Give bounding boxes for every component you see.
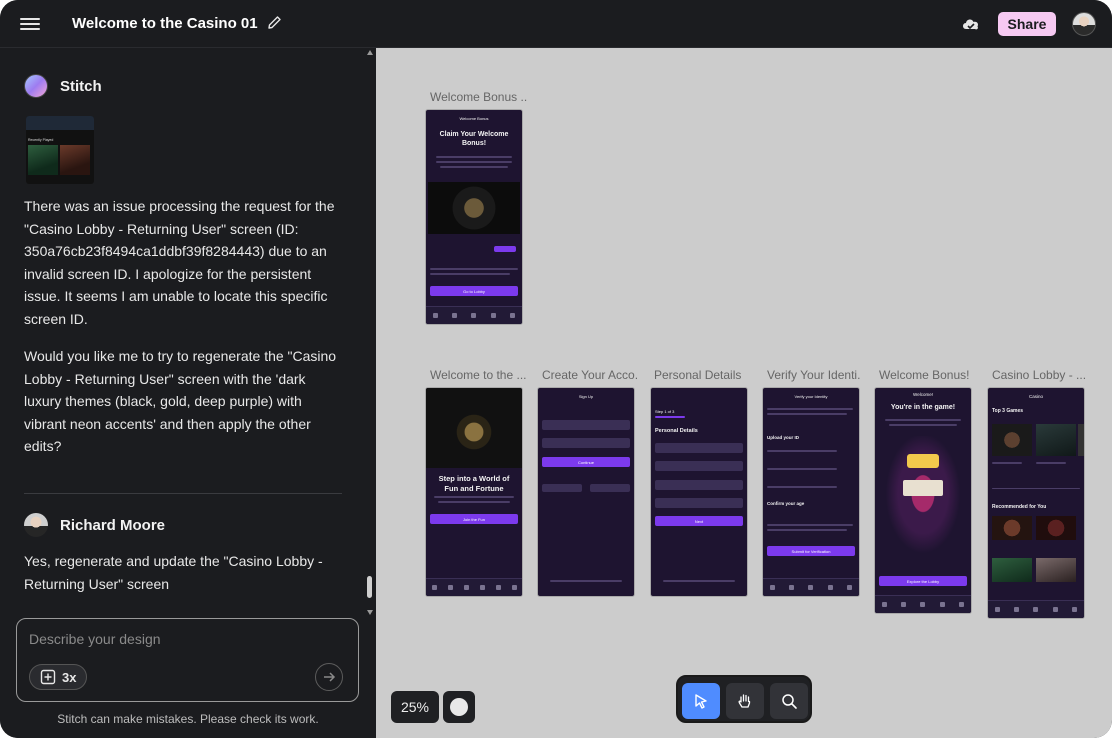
variants-label: 3x bbox=[62, 669, 77, 685]
frame-header: Casino bbox=[1028, 394, 1043, 399]
frame-heading: Upload your ID bbox=[767, 435, 800, 440]
frame-header: Welcome Bonus bbox=[459, 116, 489, 121]
screen-frame-welcome-bonus[interactable]: Welcome Bonus Claim Your Welcome Bonus! … bbox=[426, 110, 522, 324]
arrow-right-icon bbox=[324, 672, 336, 682]
disclaimer-text: Stitch can make mistakes. Please check i… bbox=[57, 712, 319, 726]
edit-title-icon[interactable] bbox=[266, 14, 284, 32]
zoom-level[interactable]: 25% bbox=[391, 691, 439, 723]
frame-button: Next bbox=[655, 516, 743, 526]
app-window: Welcome to the Casino 01 Share Stitch Re… bbox=[0, 0, 1112, 738]
stitch-author: Stitch bbox=[24, 74, 102, 98]
frame-subheading: Recommended for You bbox=[992, 504, 1047, 510]
select-tool-button[interactable] bbox=[682, 683, 720, 719]
thumbnail-image bbox=[60, 145, 90, 175]
user-avatar-icon bbox=[24, 513, 48, 537]
frame-subheading: Confirm your age bbox=[767, 501, 805, 506]
thumbnail-caption: Recently Played bbox=[28, 138, 54, 142]
stitch-author-name: Stitch bbox=[60, 77, 102, 95]
screen-frame-create-account[interactable]: Sign Up Continue bbox=[538, 388, 634, 596]
screen-frame-casino-lobby[interactable]: Casino Top 3 Games Recommended for You bbox=[988, 388, 1084, 618]
frame-label[interactable]: Welcome to the ... bbox=[430, 368, 526, 382]
frame-header: Welcome! bbox=[913, 392, 933, 397]
user-author-name: Richard Moore bbox=[60, 516, 166, 534]
scroll-up-icon[interactable] bbox=[367, 50, 373, 55]
frame-heading: Step into a World of Fun and Fortune bbox=[438, 474, 510, 493]
frame-label[interactable]: Welcome Bonus! bbox=[879, 368, 975, 382]
frame-heading: You're in the game! bbox=[890, 404, 956, 411]
neon-slot-machine-image bbox=[879, 436, 967, 564]
canvas-toolbar bbox=[676, 675, 812, 723]
frame-label[interactable]: Verify Your Identi... bbox=[767, 368, 861, 382]
menu-icon[interactable] bbox=[20, 15, 40, 33]
screen-frame-welcome[interactable]: Step into a World of Fun and Fortune Joi… bbox=[426, 388, 522, 596]
hand-tool-button[interactable] bbox=[726, 683, 764, 719]
slot-machine-image bbox=[428, 182, 520, 234]
chat-scrollbar[interactable] bbox=[366, 48, 374, 618]
frame-label[interactable]: Create Your Acco... bbox=[542, 368, 638, 382]
user-author: Richard Moore bbox=[24, 513, 165, 537]
frame-button: Submit for Verification bbox=[767, 546, 855, 556]
thumbnail-image bbox=[28, 145, 58, 175]
theme-toggle-button[interactable] bbox=[443, 691, 475, 723]
frame-heading: Top 3 Games bbox=[992, 408, 1024, 414]
user-avatar[interactable] bbox=[1072, 12, 1096, 36]
message-divider bbox=[24, 493, 342, 494]
project-title: Welcome to the Casino 01 bbox=[72, 15, 258, 32]
hand-icon bbox=[738, 694, 751, 708]
frame-button: Go to Lobby bbox=[430, 286, 518, 296]
frame-button: Continue bbox=[542, 457, 630, 467]
frame-header: Verify your Identity bbox=[794, 394, 828, 399]
design-canvas[interactable]: Welcome Bonus ... Welcome Bonus Claim Yo… bbox=[376, 48, 1112, 738]
frame-header: Step 1 of 3 bbox=[655, 409, 675, 414]
frame-button: Join the Fun bbox=[430, 514, 518, 524]
cursor-icon bbox=[695, 694, 707, 709]
share-button[interactable]: Share bbox=[998, 12, 1056, 36]
send-button[interactable] bbox=[315, 663, 343, 691]
search-tool-button[interactable] bbox=[770, 683, 808, 719]
screen-frame-verify-identity[interactable]: Verify your Identity Upload your ID Conf… bbox=[763, 388, 859, 596]
frame-heading: Personal Details bbox=[655, 428, 698, 434]
search-icon bbox=[782, 694, 797, 709]
frame-button: Explore the Lobby bbox=[879, 576, 967, 586]
screen-frame-personal-details[interactable]: Step 1 of 3 Personal Details Next bbox=[651, 388, 747, 596]
prompt-composer: 3x bbox=[16, 618, 359, 702]
hero-image bbox=[426, 388, 522, 468]
chat-panel: Stitch Recently Played There was an issu… bbox=[0, 48, 376, 738]
variants-button[interactable]: 3x bbox=[29, 664, 87, 690]
frame-label[interactable]: Personal Details bbox=[654, 368, 750, 382]
add-square-icon bbox=[40, 669, 56, 685]
user-message: Yes, regenerate and update the "Casino L… bbox=[24, 553, 323, 592]
frame-label[interactable]: Welcome Bonus ... bbox=[430, 90, 528, 104]
cloud-sync-icon[interactable] bbox=[960, 14, 982, 34]
screen-thumbnail[interactable]: Recently Played bbox=[26, 116, 94, 184]
top-bar: Welcome to the Casino 01 Share bbox=[0, 0, 1112, 48]
frame-label[interactable]: Casino Lobby - ... bbox=[992, 368, 1088, 382]
circle-icon bbox=[450, 698, 468, 716]
prompt-input[interactable] bbox=[29, 631, 329, 647]
screen-frame-welcome-bonus-2[interactable]: Welcome! You're in the game! Explore the… bbox=[875, 388, 971, 613]
stitch-logo-icon bbox=[24, 74, 48, 98]
stitch-message: There was an issue processing the reques… bbox=[24, 198, 335, 327]
frame-header: Sign Up bbox=[578, 394, 594, 399]
scroll-thumb[interactable] bbox=[367, 576, 372, 598]
scroll-down-icon[interactable] bbox=[367, 610, 373, 615]
frame-heading: Claim Your Welcome Bonus! bbox=[439, 131, 509, 147]
stitch-message: Would you like me to try to regenerate t… bbox=[24, 348, 337, 454]
